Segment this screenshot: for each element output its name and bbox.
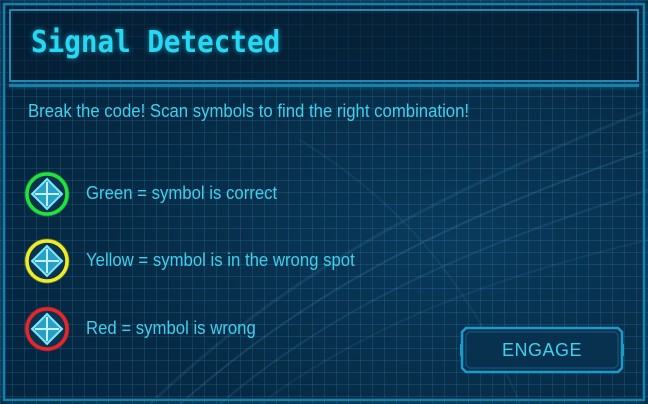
legend-item-yellow: Yellow = symbol is in the wrong spot xyxy=(24,238,444,284)
dialog-header: Signal Detected xyxy=(9,9,639,82)
diamond-crosshair-icon xyxy=(24,306,70,352)
diamond-crosshair-icon xyxy=(24,238,70,284)
legend-text-yellow: Yellow = symbol is in the wrong spot xyxy=(86,250,355,270)
dialog-title: Signal Detected xyxy=(31,25,281,60)
legend-text-green: Green = symbol is correct xyxy=(86,183,278,203)
engage-button[interactable]: ENGAGE xyxy=(460,326,624,374)
instructions-text: Break the code! Scan symbols to find the… xyxy=(28,101,470,121)
signal-dialog: Signal Detected Break the code! Scan sym… xyxy=(0,0,648,404)
header-divider xyxy=(9,84,639,87)
diamond-crosshair-icon xyxy=(24,171,70,217)
legend-item-red: Red = symbol is wrong xyxy=(24,306,444,352)
legend-text-red: Red = symbol is wrong xyxy=(86,318,256,338)
legend-item-green: Green = symbol is correct xyxy=(24,171,444,217)
engage-button-label: ENGAGE xyxy=(501,340,583,360)
